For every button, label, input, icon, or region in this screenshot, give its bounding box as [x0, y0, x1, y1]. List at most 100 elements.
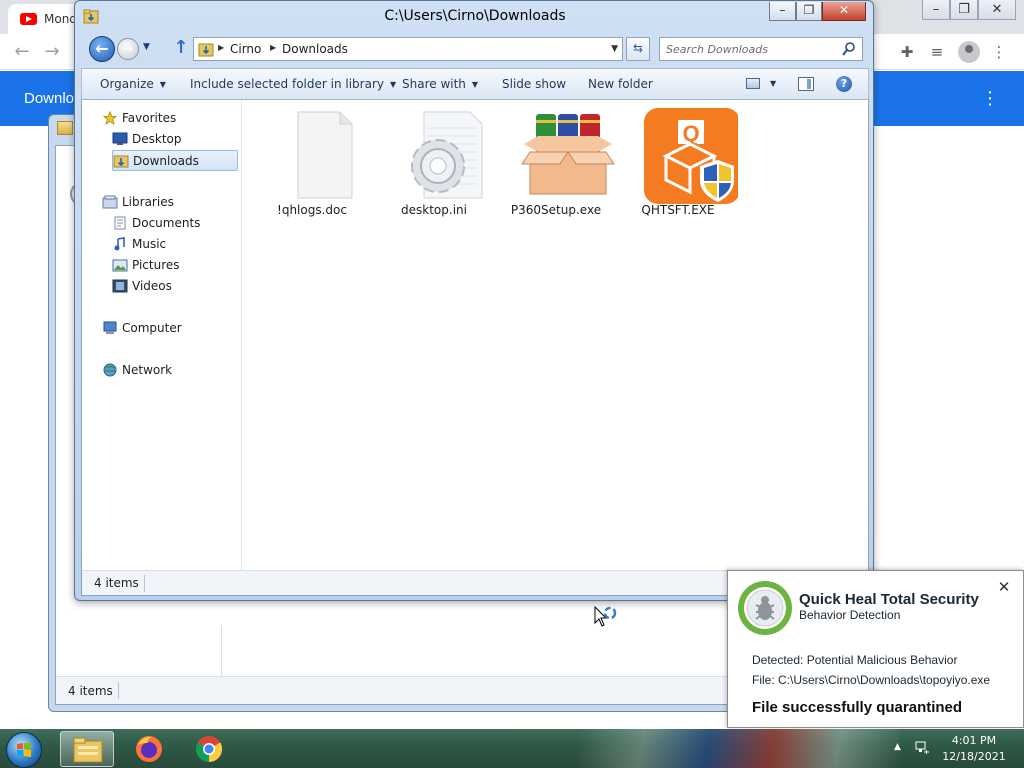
search-icon[interactable] — [842, 41, 856, 57]
file-item[interactable]: !qhlogs.doc — [252, 108, 372, 220]
nav-music[interactable]: Music — [112, 234, 232, 255]
documents-icon — [114, 216, 126, 230]
navigation-bar: ← → ▼ ↑ ▶ Cirno ▶ Downloads ▼ ⇆ — [81, 34, 869, 64]
folder-downloads-icon — [198, 43, 214, 57]
address-dropdown-icon[interactable]: ▼ — [611, 44, 618, 54]
computer-icon — [103, 321, 117, 334]
explorer-window: C:\Users\Cirno\Downloads – ❐ ✕ ← → ▼ ↑ ▶… — [74, 0, 874, 601]
chevron-down-icon: ▼ — [471, 80, 479, 89]
folder-icon — [57, 121, 73, 135]
nav-label: Documents — [132, 216, 201, 230]
nav-network[interactable]: Network — [102, 360, 232, 381]
organize-button[interactable]: Organize ▼ — [100, 77, 166, 91]
address-bar[interactable]: ▶ Cirno ▶ Downloads ▼ — [193, 37, 623, 61]
busy-cursor-icon — [594, 606, 617, 627]
libraries-icon — [102, 195, 118, 209]
profile-avatar[interactable] — [958, 41, 980, 63]
up-folder-button[interactable]: ↑ — [171, 36, 191, 60]
taskbar-chrome-button[interactable] — [182, 731, 236, 767]
clock-date: 12/18/2021 — [942, 750, 1006, 763]
media-queue-icon[interactable]: ≡ — [926, 41, 948, 63]
start-button[interactable] — [6, 732, 42, 768]
preview-pane-icon[interactable] — [798, 77, 814, 91]
nav-label: Favorites — [122, 111, 177, 125]
browser-forward-icon[interactable]: → — [40, 40, 64, 64]
music-icon — [114, 237, 125, 251]
share-with-button[interactable]: Share with ▼ — [402, 77, 478, 91]
search-box[interactable] — [659, 37, 863, 61]
slide-show-button[interactable]: Slide show — [502, 77, 566, 91]
nav-label: Computer — [122, 321, 182, 335]
star-icon — [102, 111, 118, 125]
browser-back-icon[interactable]: ← — [10, 40, 34, 64]
page-menu-icon[interactable]: ⋮ — [980, 87, 1000, 111]
nav-favorites[interactable]: Favorites — [102, 108, 232, 129]
wallpaper-strip — [580, 729, 900, 768]
chevron-down-icon: ▼ — [159, 80, 166, 89]
nav-videos[interactable]: Videos — [112, 276, 232, 297]
quick-heal-shield-icon: Q — [644, 108, 738, 204]
extensions-icon[interactable]: ✚ — [896, 41, 918, 63]
search-input[interactable] — [666, 41, 836, 57]
breadcrumb-separator-icon[interactable]: ▶ — [270, 43, 276, 52]
file-item[interactable]: desktop.ini — [374, 108, 494, 220]
item-count: 4 items — [68, 684, 113, 698]
navigation-pane: Favorites Desktop Downloads Libraries Do… — [82, 100, 242, 571]
close-icon[interactable]: ✕ — [996, 579, 1012, 595]
page-header-title: Downlo — [24, 90, 75, 107]
show-hidden-icons-icon[interactable]: ▲ — [894, 742, 901, 752]
include-in-library-button[interactable]: Include selected folder in library ▼ — [190, 77, 396, 91]
chrome-icon — [195, 736, 223, 763]
installer-box-icon — [521, 114, 615, 195]
maximize-button[interactable]: ❐ — [796, 2, 822, 21]
clock-time: 4:01 PM — [951, 734, 997, 747]
view-options-dropdown-icon[interactable]: ▼ — [770, 79, 776, 88]
browser-minimize-button[interactable]: – — [922, 0, 950, 20]
folder-downloads-icon — [113, 155, 129, 168]
breadcrumb-downloads[interactable]: Downloads — [282, 42, 348, 56]
nav-downloads[interactable]: Downloads — [112, 150, 238, 171]
notification-subtitle: Behavior Detection — [799, 608, 901, 622]
browser-tab-title: Mond — [44, 12, 77, 26]
breadcrumb-cirno[interactable]: Cirno — [230, 42, 261, 56]
browser-close-button[interactable]: ✕ — [978, 0, 1016, 20]
nav-label: Desktop — [132, 132, 182, 146]
file-path-detail: File: C:\Users\Cirno\Downloads\topoyiyo.… — [752, 673, 991, 687]
divider — [144, 575, 145, 592]
change-view-icon[interactable] — [746, 78, 760, 89]
windows-logo-icon — [17, 743, 31, 757]
detection-detail: Detected: Potential Malicious Behavior — [752, 653, 958, 667]
nav-computer[interactable]: Computer — [102, 318, 232, 339]
file-item[interactable]: P360Setup.exe — [496, 108, 616, 220]
back-button[interactable]: ← — [89, 36, 115, 62]
browser-maximize-button[interactable]: ❐ — [950, 0, 978, 20]
taskbar: ▲ 4:01 PM 12/18/2021 — [0, 729, 1024, 768]
status-bar: 4 items — [56, 676, 730, 704]
nav-label: Libraries — [122, 195, 174, 209]
file-name: !qhlogs.doc — [277, 203, 347, 217]
forward-button[interactable]: → — [117, 38, 139, 60]
new-folder-button[interactable]: New folder — [588, 77, 653, 91]
refresh-button[interactable]: ⇆ — [626, 37, 650, 61]
file-item[interactable]: Q QHTSFT.EXE — [618, 108, 738, 220]
help-icon[interactable]: ? — [836, 76, 852, 92]
share-with-label: Share with — [402, 77, 466, 91]
browser-menu-icon[interactable]: ⋮ — [988, 41, 1010, 63]
nav-documents[interactable]: Documents — [112, 213, 232, 234]
file-name: desktop.ini — [401, 203, 467, 217]
breadcrumb-separator-icon[interactable]: ▶ — [218, 43, 224, 52]
minimize-button[interactable]: – — [769, 2, 796, 21]
nav-label: Network — [122, 363, 173, 377]
taskbar-explorer-button[interactable] — [60, 731, 114, 767]
nav-libraries[interactable]: Libraries — [102, 192, 232, 213]
network-icon — [103, 363, 117, 377]
blank-document-icon — [297, 111, 353, 199]
close-button[interactable]: ✕ — [822, 2, 866, 21]
nav-label: Music — [132, 237, 167, 251]
nav-pictures[interactable]: Pictures — [112, 255, 232, 276]
history-dropdown-icon[interactable]: ▼ — [143, 42, 150, 52]
system-clock[interactable]: 4:01 PM 12/18/2021 — [938, 733, 1010, 765]
taskbar-firefox-button[interactable] — [124, 731, 178, 767]
network-tray-icon[interactable] — [914, 740, 930, 756]
nav-desktop[interactable]: Desktop — [112, 129, 232, 150]
